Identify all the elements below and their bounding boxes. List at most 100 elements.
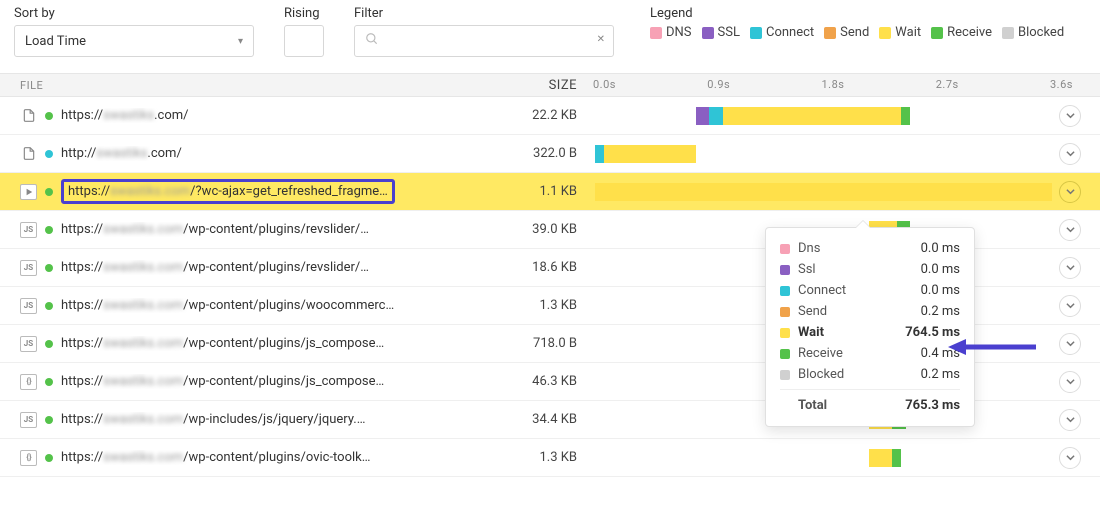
tooltip-name: Blocked: [798, 367, 844, 382]
tooltip-swatch: [780, 244, 790, 254]
rising-label: Rising: [284, 6, 324, 21]
rising-toggle[interactable]: [284, 25, 324, 57]
js-icon: JS: [20, 412, 37, 428]
legend-swatch: [750, 27, 762, 39]
cell-waterfall: [595, 135, 1052, 172]
clear-icon[interactable]: ✕: [597, 34, 605, 45]
expand-button[interactable]: [1059, 219, 1081, 241]
code-icon: { }: [20, 374, 37, 390]
legend-swatch: [702, 27, 714, 39]
legend-swatch: [1002, 27, 1014, 39]
status-dot: [45, 340, 53, 348]
expand-button[interactable]: [1059, 295, 1081, 317]
cell-expand: [1052, 181, 1100, 203]
cell-size: 39.0 KB: [420, 222, 595, 237]
expand-button[interactable]: [1059, 257, 1081, 279]
expand-button[interactable]: [1059, 333, 1081, 355]
tooltip-value: 0.2 ms: [921, 367, 960, 382]
expand-button[interactable]: [1059, 181, 1081, 203]
timeline-tick: 0.9s: [707, 78, 730, 91]
request-url[interactable]: https://swastiks.com/wp-content/plugins/…: [61, 260, 369, 275]
js-icon: JS: [20, 260, 37, 276]
request-url[interactable]: https://swastiks.com/wp-content/plugins/…: [61, 450, 370, 465]
cell-file: JShttps://swastiks.com/wp-content/plugin…: [0, 298, 420, 314]
filter-input[interactable]: ✕: [354, 25, 614, 57]
timing-segment: [709, 107, 723, 125]
cell-size: 18.6 KB: [420, 260, 595, 275]
chevron-down-icon: ▾: [238, 36, 243, 47]
tooltip-swatch: [780, 349, 790, 359]
request-url[interactable]: https://swastiks.com/wp-content/plugins/…: [61, 374, 384, 389]
header-size[interactable]: SIZE: [420, 78, 595, 93]
request-url[interactable]: https://swastiks.com/wp-content/plugins/…: [61, 298, 394, 313]
cell-expand: [1052, 257, 1100, 279]
legend-item: Wait: [879, 25, 921, 40]
cell-size: 1.1 KB: [420, 184, 595, 199]
controls-bar: Sort by Load Time ▾ Rising Filter ✕ Lege…: [0, 0, 1100, 67]
tooltip-name: Connect: [798, 283, 846, 298]
table-row[interactable]: https://swastiks.com/22.2 KB: [0, 97, 1100, 135]
cell-file: JS https://swastiks.com/wp-content/plugin…: [0, 260, 420, 276]
cell-file: { } https://swastiks.com/wp-content/plugi…: [0, 374, 420, 390]
expand-button[interactable]: [1059, 371, 1081, 393]
expand-button[interactable]: [1059, 143, 1081, 165]
annotation-arrow: [948, 335, 1038, 363]
sort-by-select[interactable]: Load Time ▾: [14, 25, 254, 57]
status-dot: [45, 302, 53, 310]
table-row[interactable]: https://swastiks.com/?wc-ajax=get_refres…: [0, 173, 1100, 211]
legend-item: Receive: [931, 25, 992, 40]
legend-text: SSL: [718, 25, 740, 40]
expand-button[interactable]: [1059, 409, 1081, 431]
status-dot: [45, 416, 53, 424]
legend-item: SSL: [702, 25, 740, 40]
timing-segment: [696, 107, 710, 125]
cell-expand: [1052, 409, 1100, 431]
table-header: FILE SIZE 0.0s0.9s1.8s2.7s3.6s: [0, 73, 1100, 97]
legend-item: Connect: [750, 25, 814, 40]
request-url[interactable]: https://swastiks.com/?wc-ajax=get_refres…: [61, 179, 395, 204]
header-timeline: 0.0s0.9s1.8s2.7s3.6s: [595, 74, 1052, 96]
cell-file: JS https://swastiks.com/wp-includes/js/jq…: [0, 412, 420, 428]
legend-text: Send: [840, 25, 869, 40]
filter-text[interactable]: [385, 33, 603, 50]
tooltip-row: Wait764.5 ms: [780, 322, 960, 343]
header-file[interactable]: FILE: [0, 79, 420, 92]
expand-button[interactable]: [1059, 447, 1081, 469]
tooltip-row: Receive0.4 ms: [780, 343, 960, 364]
legend-item: Send: [824, 25, 869, 40]
timing-tooltip: Dns0.0 msSsl0.0 msConnect0.0 msSend0.2 m…: [765, 227, 975, 427]
request-url[interactable]: https://swastiks.com/wp-includes/js/jque…: [61, 412, 365, 427]
request-url[interactable]: https://swastiks.com/wp-content/plugins/…: [61, 336, 384, 351]
waterfall-table: FILE SIZE 0.0s0.9s1.8s2.7s3.6s https://s…: [0, 73, 1100, 477]
request-url[interactable]: http://swastiks.com/: [61, 146, 182, 161]
xhr-icon: [20, 184, 37, 200]
tooltip-total-label: Total: [780, 398, 827, 413]
status-dot: [45, 112, 53, 120]
rising-group: Rising: [284, 6, 324, 57]
tooltip-value: 0.0 ms: [921, 241, 960, 256]
status-dot: [45, 226, 53, 234]
cell-expand: [1052, 219, 1100, 241]
status-dot: [45, 188, 53, 196]
cell-expand: [1052, 333, 1100, 355]
legend-swatch: [824, 27, 836, 39]
sort-by-label: Sort by: [14, 6, 254, 21]
tooltip-row: Blocked 0.2 ms: [780, 364, 960, 385]
js-icon: JS: [20, 336, 37, 352]
expand-button[interactable]: [1059, 105, 1081, 127]
table-row[interactable]: { }https://swastiks.com/wp-content/plugi…: [0, 439, 1100, 477]
legend-swatch: [931, 27, 943, 39]
legend-group: Legend DNSSSLConnectSendWaitReceiveBlock…: [650, 6, 1064, 40]
tooltip-swatch: [780, 265, 790, 275]
legend-text: Connect: [766, 25, 814, 40]
tooltip-value: 0.0 ms: [921, 262, 960, 277]
cell-waterfall: [595, 439, 1052, 476]
legend-swatch: [650, 27, 662, 39]
request-url[interactable]: https://swastiks.com/wp-content/plugins/…: [61, 222, 369, 237]
cell-size: 322.0 B: [420, 146, 595, 161]
tooltip-name: Dns: [798, 241, 820, 256]
status-dot: [45, 150, 53, 158]
request-url[interactable]: https://swastiks.com/: [61, 108, 189, 123]
timing-segment: [892, 449, 901, 467]
table-row[interactable]: http://swastiks.com/322.0 B: [0, 135, 1100, 173]
